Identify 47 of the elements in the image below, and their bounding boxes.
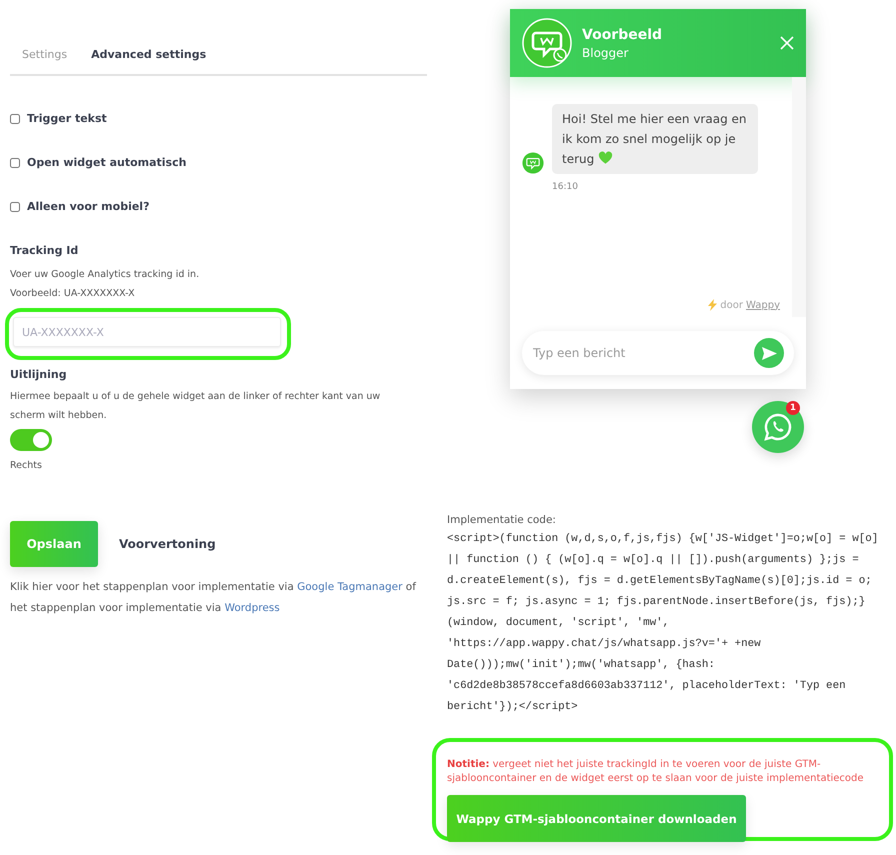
code-line: <script>(function (w,d,s,o,f,js,fjs) {w['JS-Widget']=o;w[o] = w[o]: [447, 532, 880, 547]
lightning-icon: [708, 299, 718, 311]
checkbox-label: Trigger tekst: [27, 112, 107, 125]
whatsapp-icon: [763, 412, 793, 442]
checkbox[interactable]: [10, 114, 20, 124]
whatsapp-button[interactable]: [752, 401, 804, 453]
toggle-switch[interactable]: [10, 429, 52, 451]
checkbox-label: Alleen voor mobiel?: [27, 200, 150, 213]
link[interactable]: Wordpress: [224, 602, 280, 614]
code-line: || function () { (w[o].q = w[o].q || []).push(arguments) };js =: [447, 553, 860, 568]
section-heading: Uitlijning: [10, 368, 68, 381]
code-line: Date()));mw('init');mw('whatsapp', {hash:: [447, 658, 716, 673]
notification-badge: 1: [786, 401, 800, 415]
link[interactable]: Google Tagmanager: [297, 581, 402, 593]
send-icon: [762, 346, 776, 360]
instructions-text: Klik hier voor het stappenplan voor implementatie via Google Tagmanager of het stappenplan voor implementatie via Wordpress: [10, 580, 418, 616]
credit-link[interactable]: Wappy: [746, 300, 780, 310]
help-text: Hiermee bepaalt u of u de gehele widget aan de linker of rechter kant van uw scherm wilt hebben.: [10, 390, 382, 423]
tab[interactable]: Advanced settings: [79, 38, 218, 73]
code-line: (window, document, 'script', 'mw',: [447, 616, 670, 631]
chat-message: Hoi! Stel me hier een vraag en ik kom zo snel mogelijk op je terug: [552, 104, 758, 174]
checkbox[interactable]: [10, 158, 20, 168]
code-line: bericht'});</script>: [447, 700, 579, 715]
note-text: Notitie: vergeet niet het juiste trackingId in te voeren voor de juiste GTM-sjablooncontainer en de widget eerst op te slaan voor de juiste implementatiecode: [447, 758, 865, 786]
credit-text: door: [720, 300, 743, 310]
help-text: Voer uw Google Analytics tracking id in.: [10, 268, 200, 282]
checkbox[interactable]: [10, 202, 20, 212]
tab[interactable]: Settings: [10, 38, 80, 72]
help-text: Voorbeeld: UA-XXXXXXX-X: [10, 287, 136, 301]
code-label: Implementatie code:: [447, 514, 557, 526]
chat-logo-icon: [522, 18, 572, 68]
code-line: js.src = f; js.async = 1; fjs.parentNode.insertBefore(js, fjs);}: [447, 595, 866, 610]
message-field[interactable]: Typ een bericht: [522, 331, 794, 375]
contact-name: Voorbeeld: [582, 26, 664, 42]
preview-link[interactable]: Voorvertoning: [119, 537, 216, 551]
tracking-id-field[interactable]: UA-XXXXXXX-X: [13, 317, 281, 347]
code-line: 'https://app.wappy.chat/js/whatsapp.js?v='+ +new: [447, 637, 762, 652]
toggle-value: Rechts: [10, 460, 43, 471]
code-line: 'c6d2de8b38578ccefa8d6603ab337112', placeholderText: 'Typ een: [447, 679, 847, 694]
checkbox-label: Open widget automatisch: [27, 156, 186, 169]
section-heading: Tracking Id: [10, 244, 80, 257]
heart-icon: [598, 151, 614, 165]
code-line: d.createElement(s), fjs = d.getElementsByTagName(s)[0];js.id = o;: [447, 574, 873, 589]
close-icon[interactable]: [780, 36, 794, 50]
contact-role: Blogger: [582, 46, 630, 60]
chat-logo-icon: [522, 152, 544, 174]
message-time: 16:10: [552, 182, 579, 192]
